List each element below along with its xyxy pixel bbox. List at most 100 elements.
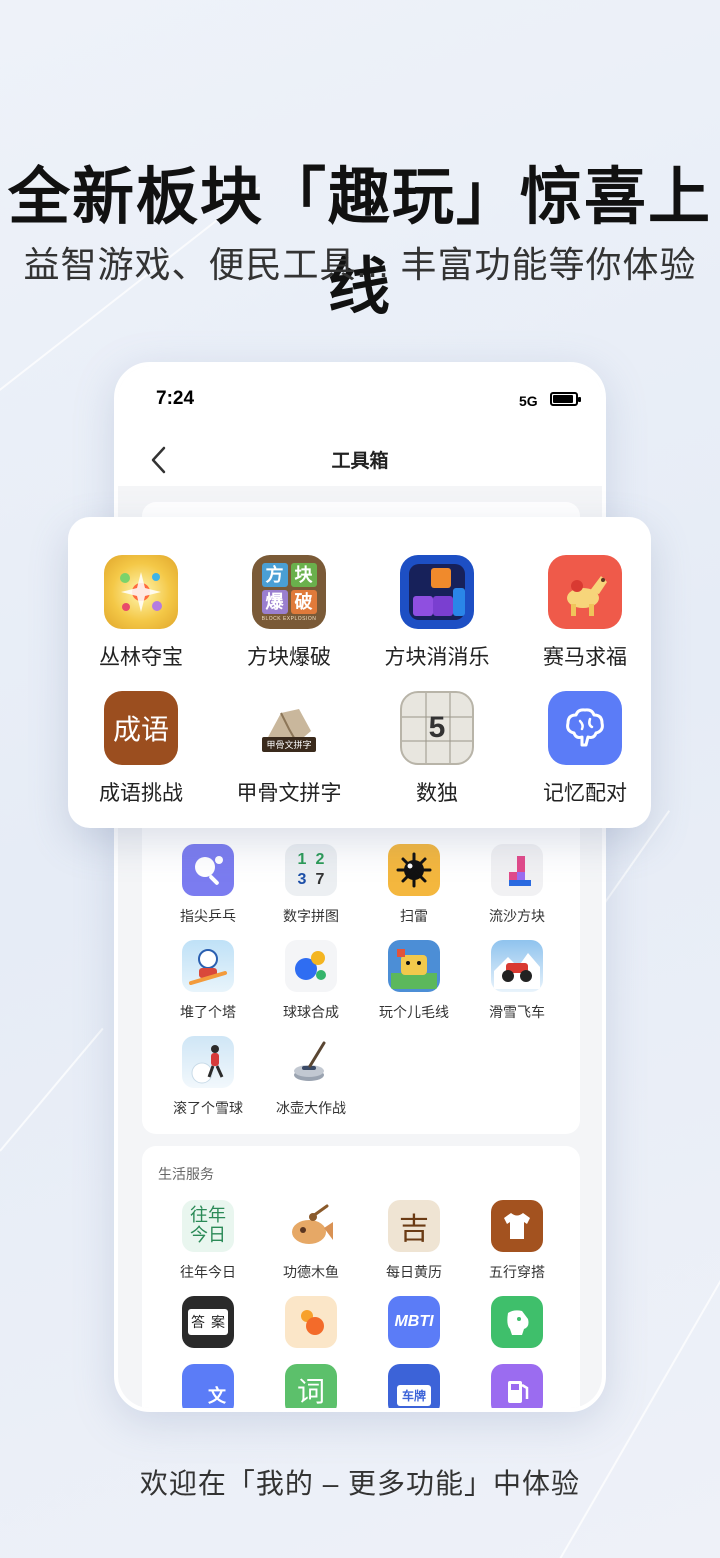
- outfit-icon: [491, 1200, 543, 1252]
- featured-game-label: 方块爆破: [247, 646, 331, 669]
- game-item[interactable]: 流沙方块: [467, 844, 567, 926]
- minesweeper-icon: [388, 844, 440, 896]
- almanac-icon: 吉: [388, 1200, 440, 1252]
- page-title: 工具箱: [331, 451, 389, 472]
- this-day-icon: 往年 今日: [182, 1200, 234, 1252]
- service-item[interactable]: 吉 每日黄历: [364, 1200, 464, 1282]
- background-stroke: [0, 1027, 104, 1152]
- featured-game-label: 赛马求福: [543, 646, 627, 669]
- mbti-icon: MBTI: [388, 1296, 440, 1348]
- service-item[interactable]: [467, 1296, 567, 1348]
- puzzle-digit: 2: [315, 851, 325, 868]
- featured-game-label: 甲骨文拼字: [236, 782, 342, 805]
- answer-book-icon: 答 案: [182, 1296, 234, 1348]
- featured-game-label: 方块消消乐: [384, 646, 490, 669]
- status-time: 7:24: [156, 388, 195, 409]
- translate-icon: 文: [182, 1364, 234, 1408]
- featured-game-item[interactable]: 甲骨文拼字 甲骨文拼字: [216, 691, 362, 807]
- idiom-icon-text: 成语: [112, 713, 169, 746]
- featured-game-item[interactable]: 方 块 爆 破 BLOCK EXPLOSION 方块爆破: [216, 555, 362, 671]
- featured-game-item[interactable]: 成语 成语挑战: [68, 691, 214, 807]
- life-services-card: 生活服务 往年 今日 往年今日 功德木鱼 吉 每日黄历 五行穿搭 答 案 MBT…: [142, 1146, 580, 1408]
- snowball-icon: [182, 1036, 234, 1088]
- status-bar: 7:24 5G: [118, 366, 602, 436]
- fuel-icon: [491, 1364, 543, 1408]
- game-label: 指尖乒乓: [180, 908, 236, 924]
- game-label: 堆了个塔: [180, 1004, 236, 1020]
- service-item[interactable]: [467, 1364, 567, 1408]
- service-item[interactable]: 往年 今日 往年今日: [158, 1200, 258, 1282]
- this-day-icon-text: 今日: [190, 1225, 226, 1246]
- number-puzzle-icon: 1 2 3 7: [285, 844, 337, 896]
- game-item[interactable]: 1 2 3 7 数字拼图: [261, 844, 361, 926]
- featured-game-item[interactable]: 丛林夺宝: [68, 555, 214, 671]
- jungle-treasure-icon: [104, 555, 178, 629]
- service-item[interactable]: 五行穿搭: [467, 1200, 567, 1282]
- game-item[interactable]: 滑雪飞车: [467, 940, 567, 1022]
- ball-merge-icon: [285, 940, 337, 992]
- game-item[interactable]: 球球合成: [261, 940, 361, 1022]
- block-explosion-icon: 方 块 爆 破 BLOCK EXPLOSION: [252, 555, 326, 629]
- curling-icon: [285, 1036, 337, 1088]
- block-tile: 爆: [261, 589, 288, 614]
- promo-footer: 欢迎在「我的 – 更多功能」中体验: [139, 1468, 581, 1499]
- mbti-icon-text: MBTI: [394, 1313, 434, 1330]
- license-plate-icon: 车牌: [388, 1364, 440, 1408]
- translate-icon-text: 文: [208, 1386, 226, 1406]
- service-item[interactable]: 功德木鱼: [261, 1200, 361, 1282]
- game-item[interactable]: 堆了个塔: [158, 940, 258, 1022]
- featured-game-item[interactable]: 5 数独: [364, 691, 510, 807]
- sand-blocks-icon: [491, 844, 543, 896]
- puzzle-digit: 1: [297, 851, 307, 868]
- service-item[interactable]: 文: [158, 1364, 258, 1408]
- oracle-bone-icon: 甲骨文拼字: [252, 691, 326, 765]
- promo-subline: 益智游戏、便民工具... 丰富功能等你体验: [23, 244, 697, 285]
- block-explosion-tiles: 方 块 爆 破: [261, 562, 317, 614]
- word-icon-text: 词: [296, 1375, 325, 1408]
- game-label: 冰壶大作战: [276, 1100, 346, 1116]
- game-item[interactable]: 玩个儿毛线: [364, 940, 464, 1022]
- this-day-icon-text: 往年: [190, 1205, 226, 1226]
- service-item[interactable]: [261, 1296, 361, 1348]
- block-explosion-caption: BLOCK EXPLOSION: [261, 615, 317, 622]
- service-item[interactable]: 答 案: [158, 1296, 258, 1348]
- featured-game-label: 记忆配对: [543, 782, 627, 805]
- tower-stack-icon: [182, 940, 234, 992]
- game-label: 滚了个雪球: [173, 1100, 243, 1116]
- game-label: 玩个儿毛线: [379, 1004, 449, 1020]
- game-item[interactable]: 扫雷: [364, 844, 464, 926]
- word-icon: 词: [285, 1364, 337, 1408]
- service-label: 五行穿搭: [489, 1264, 545, 1280]
- featured-game-item[interactable]: 记忆配对: [512, 691, 658, 807]
- featured-game-label: 数独: [416, 782, 458, 805]
- service-label: 往年今日: [180, 1264, 236, 1280]
- featured-game-label: 丛林夺宝: [99, 646, 183, 669]
- game-label: 球球合成: [283, 1004, 339, 1020]
- sudoku-icon: 5: [400, 691, 474, 765]
- sudoku-icon-text: 5: [428, 711, 446, 744]
- game-label: 扫雷: [400, 908, 428, 924]
- answer-book-text: 答: [191, 1315, 205, 1331]
- game-item[interactable]: 滚了个雪球: [158, 1036, 258, 1118]
- section-title: 生活服务: [158, 1166, 214, 1182]
- featured-games-popup: 丛林夺宝 方 块 爆 破 BLOCK EXPLOSION 方块爆破 方块消消乐 …: [68, 517, 651, 828]
- featured-game-item[interactable]: 方块消消乐: [364, 555, 510, 671]
- answer-book-text: 案: [211, 1315, 225, 1331]
- idiom-challenge-icon: 成语: [104, 691, 178, 765]
- block-tile: 方: [261, 562, 288, 587]
- game-label: 滑雪飞车: [489, 1004, 545, 1020]
- ping-pong-icon: [182, 844, 234, 896]
- service-item[interactable]: MBTI: [364, 1296, 464, 1348]
- license-plate-text: 车牌: [401, 1388, 426, 1403]
- service-label: 功德木鱼: [283, 1264, 339, 1280]
- service-item[interactable]: 车牌: [364, 1364, 464, 1408]
- pet-icon: [491, 1296, 543, 1348]
- featured-game-item[interactable]: 赛马求福: [512, 555, 658, 671]
- oracle-bone-label: 甲骨文拼字: [262, 736, 316, 752]
- game-label: 数字拼图: [283, 908, 339, 924]
- game-item[interactable]: 冰壶大作战: [261, 1036, 361, 1118]
- service-item[interactable]: 词: [261, 1364, 361, 1408]
- battery-icon: [550, 392, 581, 406]
- game-item[interactable]: 指尖乒乓: [158, 844, 258, 926]
- nav-bar: 工具箱: [118, 436, 602, 486]
